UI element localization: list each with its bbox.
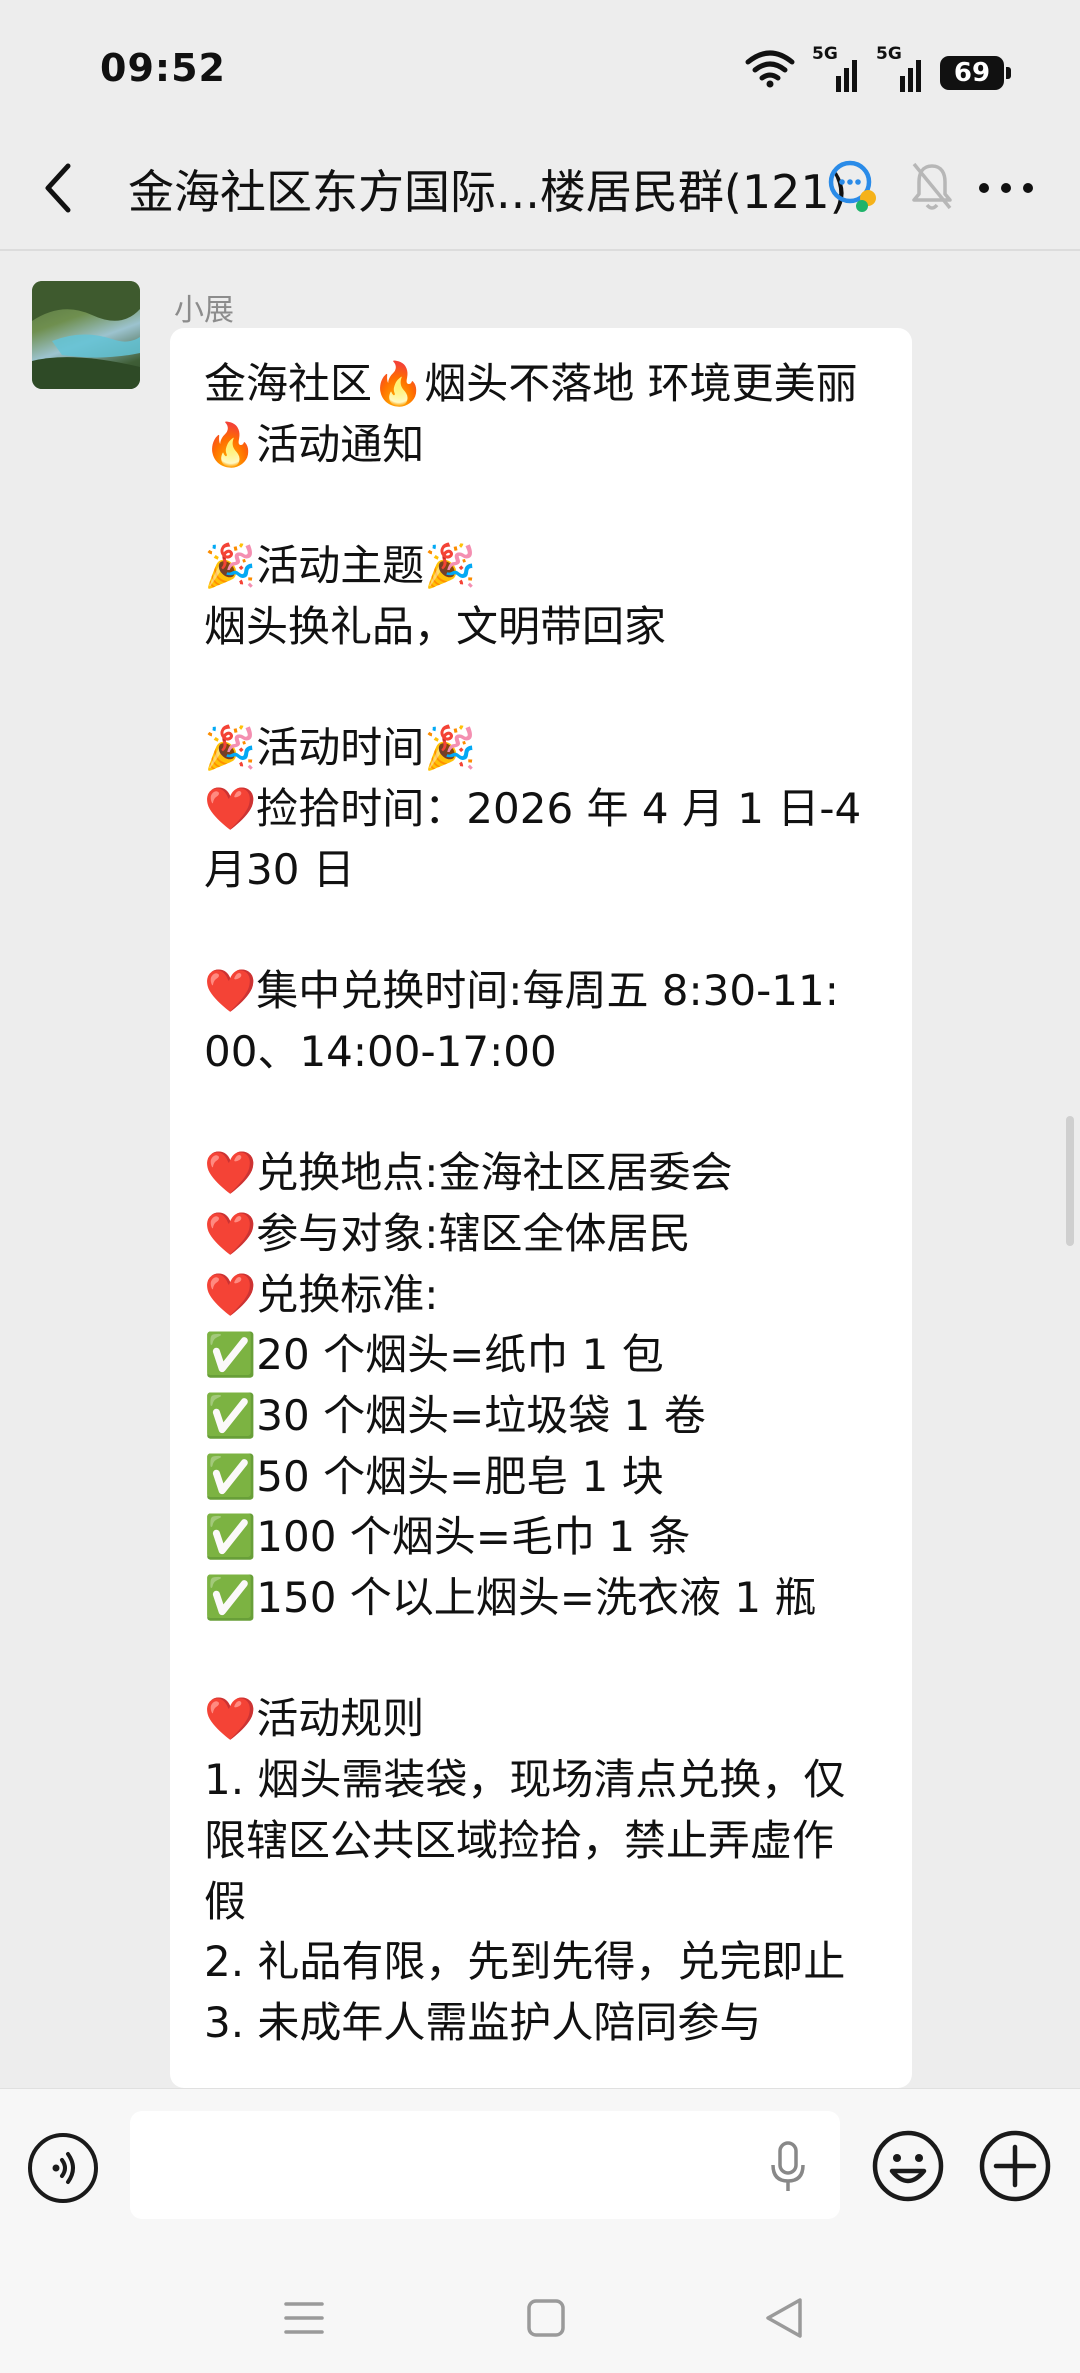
message-input[interactable]	[130, 2111, 840, 2219]
status-time: 09:52	[100, 46, 226, 90]
system-nav-bar	[0, 2248, 1080, 2373]
battery-level: 69	[953, 58, 991, 88]
message-bubble[interactable]: 金海社区🔥烟头不落地 环境更美丽 🔥活动通知 🎉活动主题🎉 烟头换礼品，文明带回…	[170, 328, 912, 2088]
header-divider	[0, 249, 1080, 251]
voice-icon	[52, 2152, 75, 2184]
avatar-landscape-image	[32, 281, 140, 389]
input-bar	[0, 2088, 1080, 2249]
status-bar: 09:52 5G 5G 69	[0, 0, 1080, 130]
home-square-icon[interactable]	[526, 2298, 566, 2338]
chat-header: 金海社区东方国际...楼居民群(121)	[0, 130, 1080, 248]
sender-name: 小展	[174, 293, 234, 328]
battery-indicator: 69	[940, 56, 1011, 90]
avatar[interactable]	[32, 281, 140, 389]
mute-bell-icon[interactable]	[910, 160, 954, 214]
group-chat-icon[interactable]	[826, 158, 884, 216]
wifi-icon	[745, 50, 795, 88]
signal-bars-icon	[900, 60, 921, 92]
chat-title: 金海社区东方国际...楼居民群(121)	[128, 165, 848, 219]
back-triangle-icon[interactable]	[764, 2296, 804, 2340]
scrollbar-thumb[interactable]	[1066, 1116, 1074, 1246]
mic-icon[interactable]	[770, 2141, 806, 2193]
message-text: 金海社区🔥烟头不落地 环境更美丽 🔥活动通知 🎉活动主题🎉 烟头换礼品，文明带回…	[204, 359, 862, 2047]
plus-icon[interactable]	[978, 2129, 1052, 2203]
signal-bars-icon	[836, 60, 857, 92]
menu-icon[interactable]	[284, 2298, 324, 2338]
voice-toggle-button[interactable]	[28, 2133, 98, 2203]
back-arrow-icon[interactable]	[40, 158, 80, 218]
emoji-icon[interactable]	[871, 2129, 945, 2203]
more-dots-icon[interactable]	[976, 168, 1036, 208]
